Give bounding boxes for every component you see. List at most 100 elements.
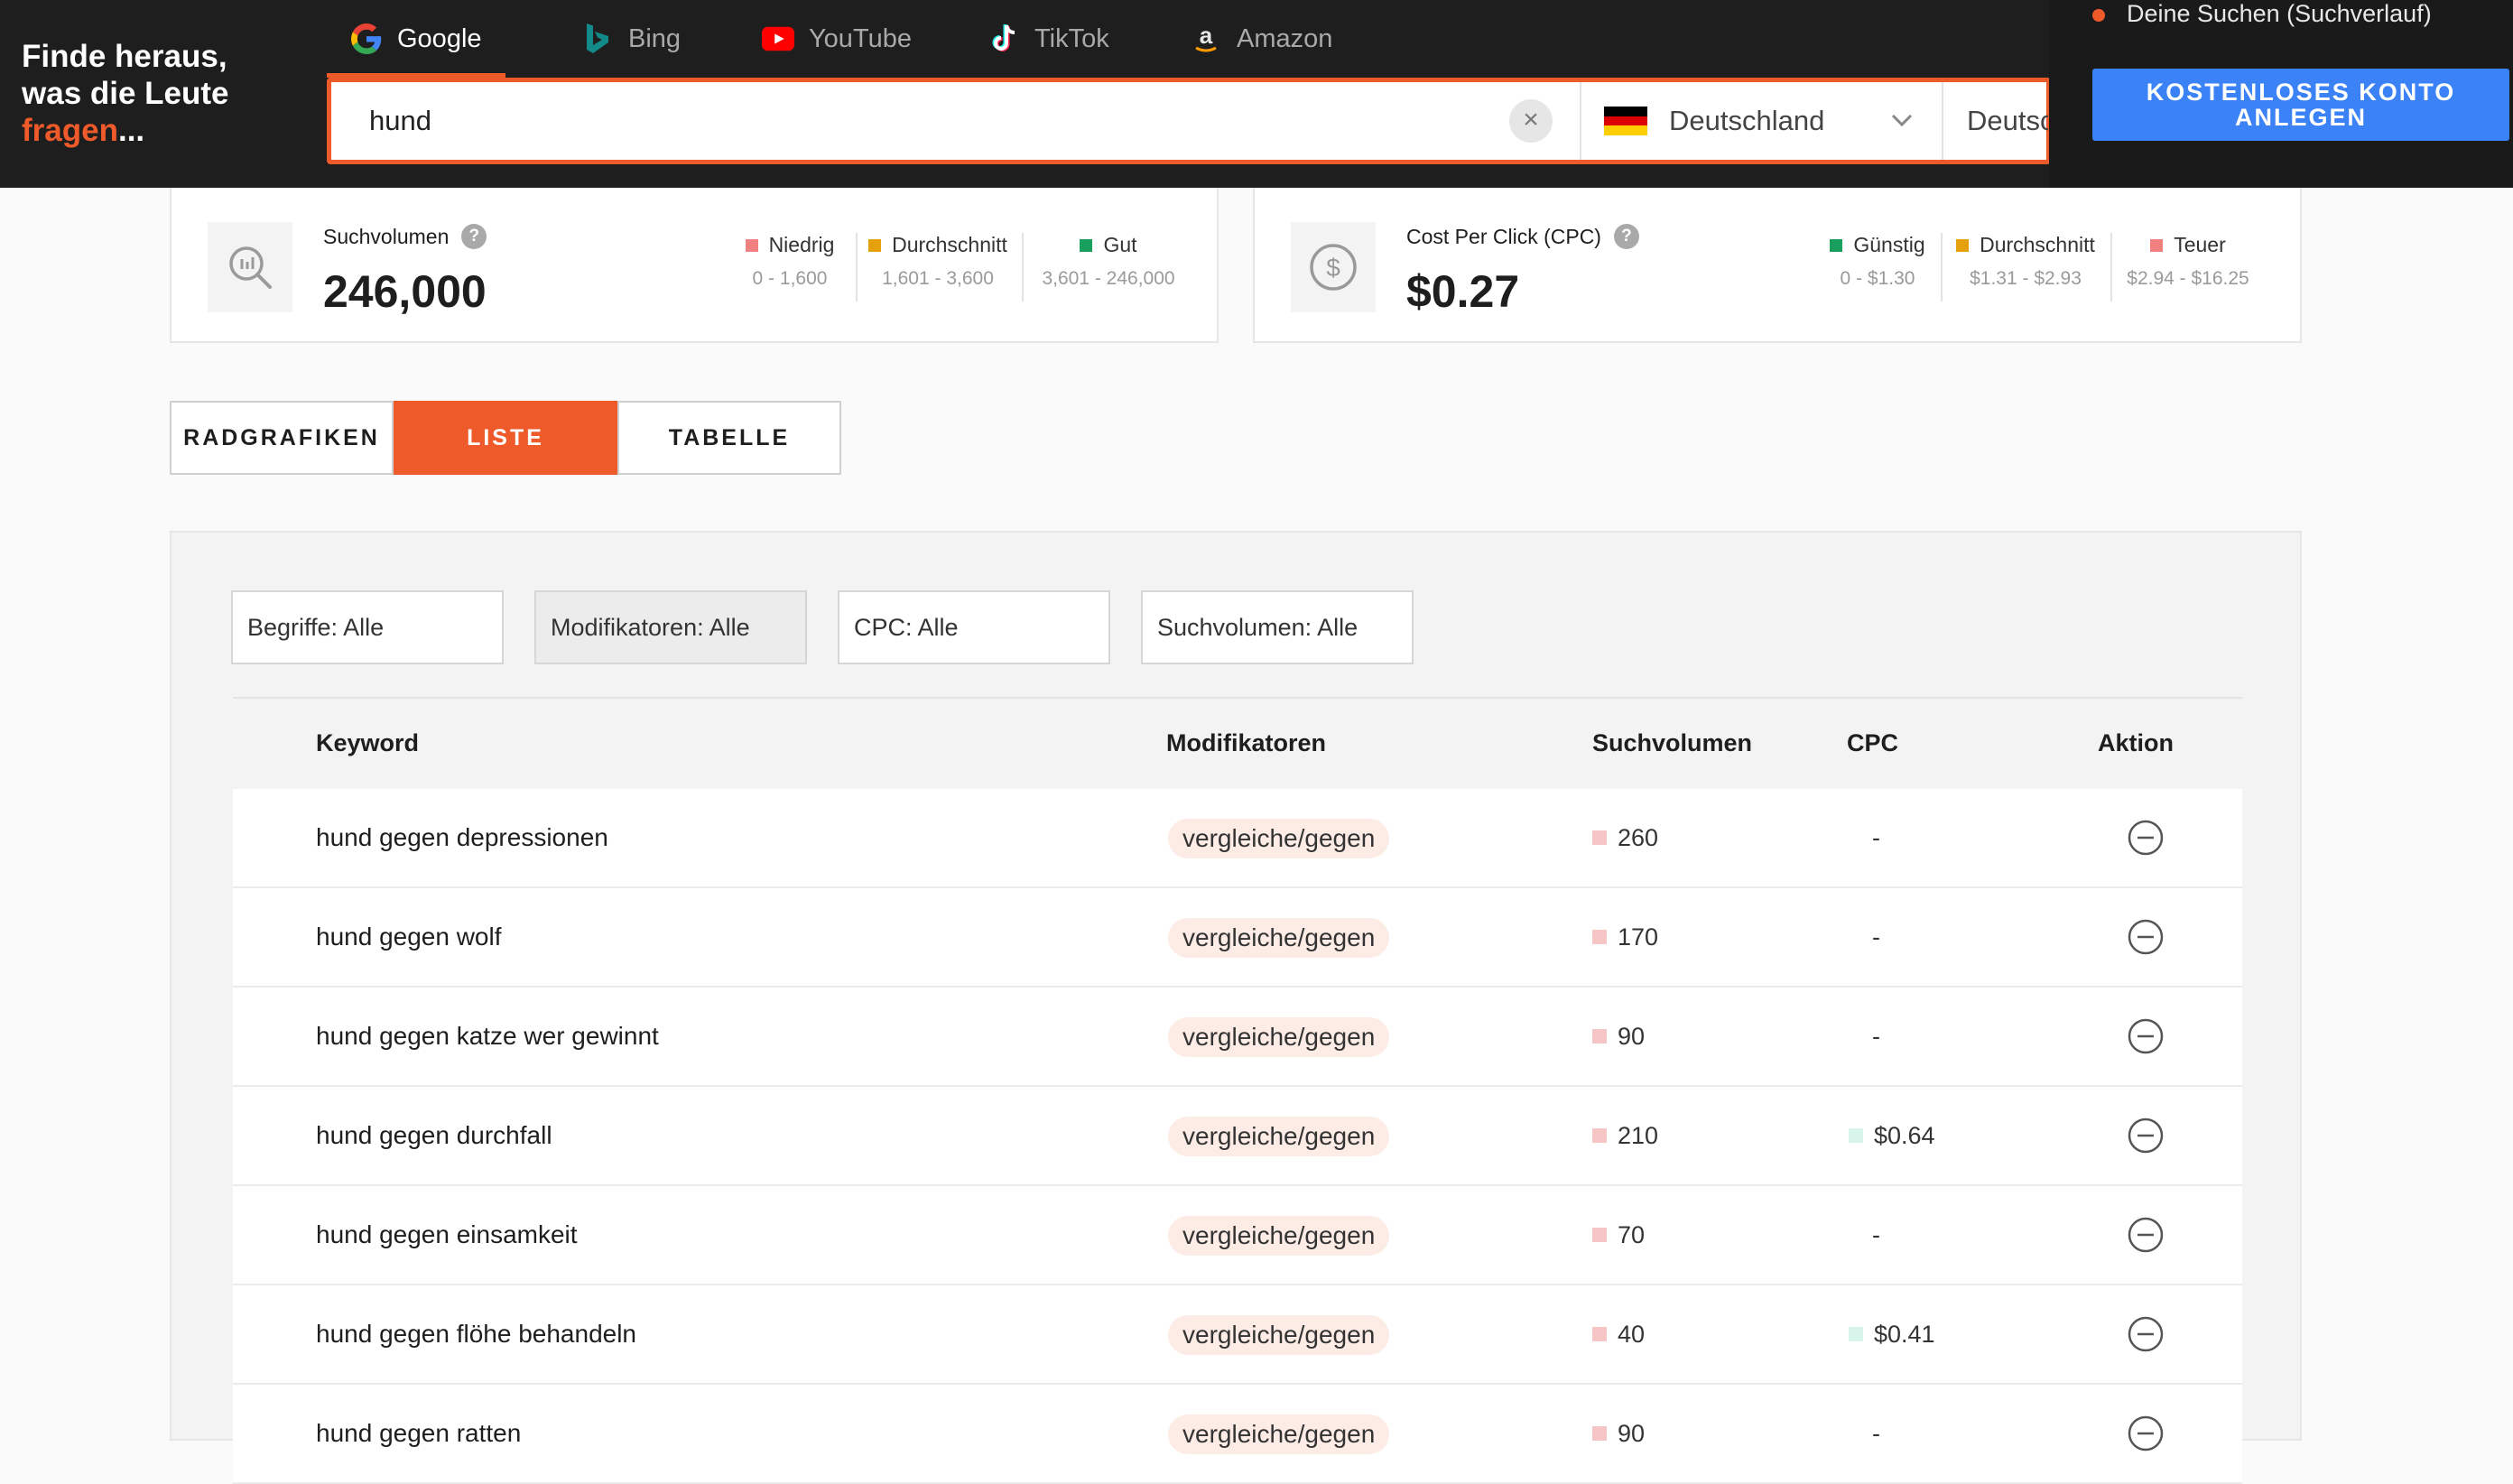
engine-tab-google[interactable]: Google: [327, 0, 505, 78]
help-icon[interactable]: ?: [461, 224, 487, 249]
tab-radgrafiken[interactable]: RADGRAFIKEN: [170, 401, 394, 475]
language-select[interactable]: Deutsch: [1967, 82, 2048, 160]
volume-marker: [1592, 930, 1607, 944]
cta-label: KOSTENLOSES KONTO ANLEGEN: [2147, 79, 2456, 130]
volume-value: 210: [1618, 1122, 1659, 1149]
filter-cpc[interactable]: CPC: Alle: [838, 590, 1110, 664]
volume-cell: 260: [1592, 789, 1658, 886]
remove-circle-icon[interactable]: [2127, 1117, 2165, 1155]
engine-label-amazon: Amazon: [1237, 23, 1333, 53]
account-panel: Deine Suchen (Suchverlauf) KOSTENLOSES K…: [2049, 0, 2513, 188]
engine-label-bing: Bing: [628, 23, 682, 53]
status-dot-icon: [2092, 8, 2105, 22]
search-history-link[interactable]: Deine Suchen (Suchverlauf): [2092, 0, 2432, 28]
legend-range: 0 - $1.30: [1840, 268, 1915, 289]
legend-range: 3,601 - 246,000: [1042, 268, 1175, 289]
country-select[interactable]: Deutschland: [1604, 82, 1824, 160]
remove-circle-icon[interactable]: [2127, 1315, 2165, 1353]
keyword-cell[interactable]: hund gegen durchfall: [316, 1087, 552, 1184]
brand-tagline: Finde heraus, was die Leute fragen...: [22, 38, 320, 149]
remove-circle-icon[interactable]: [2127, 819, 2165, 857]
volume-value: 90: [1618, 1420, 1646, 1447]
legend-item: Durchschnitt 1,601 - 3,600: [861, 233, 1015, 290]
legend-swatch: [2150, 238, 2164, 252]
engine-tab-tiktok[interactable]: TikTok: [988, 0, 1109, 78]
close-icon: ×: [1523, 105, 1539, 134]
help-icon[interactable]: ?: [1613, 224, 1639, 249]
legend-divider: [2110, 233, 2112, 301]
brand-line-2: was die Leute: [22, 76, 229, 111]
tab-tabelle[interactable]: TABELLE: [617, 401, 841, 475]
remove-circle-icon[interactable]: [2127, 1017, 2165, 1055]
clear-search-button[interactable]: ×: [1509, 99, 1553, 143]
table-row: hund gegen wolf vergleiche/gegen 170 -: [233, 888, 2242, 988]
filter-search-volume[interactable]: Suchvolumen: Alle: [1141, 590, 1414, 664]
search-volume-label-row: Suchvolumen?: [323, 224, 487, 249]
legend-item: Günstig 0 - $1.30: [1823, 233, 1932, 290]
cta-line-1: KOSTENLOSES KONTO: [2146, 79, 2456, 106]
keyword-cell[interactable]: hund gegen ratten: [316, 1385, 521, 1482]
cpc-cell: -: [1872, 823, 1880, 851]
engine-tab-bing[interactable]: Bing: [581, 0, 681, 78]
cpc-label: Cost Per Click (CPC): [1406, 224, 1601, 248]
legend-name: Teuer: [2174, 233, 2226, 256]
chevron-down-icon[interactable]: [1884, 102, 1920, 138]
volume-cell: 90: [1592, 1385, 1645, 1482]
volume-value: 260: [1618, 824, 1659, 851]
brand-accent: fragen: [22, 113, 118, 148]
remove-circle-icon[interactable]: [2127, 918, 2165, 956]
svg-text:a: a: [1200, 23, 1213, 49]
legend-swatch: [745, 238, 758, 252]
search-divider: [1942, 82, 1943, 160]
filter-modifiers[interactable]: Modifikatoren: Alle: [534, 590, 807, 664]
volume-marker: [1592, 1029, 1607, 1043]
volume-value: 70: [1618, 1221, 1646, 1248]
modifier-badge: vergleiche/gegen: [1168, 819, 1390, 858]
keyword-cell[interactable]: hund gegen flöhe behandeln: [316, 1285, 636, 1383]
legend-item: Gut 3,601 - 246,000: [1027, 233, 1190, 290]
search-volume-card: Suchvolumen? 246,000 Niedrig 0 - 1,600 D…: [170, 188, 1219, 343]
tab-liste[interactable]: LISTE: [394, 401, 617, 475]
create-free-account-button[interactable]: KOSTENLOSES KONTO ANLEGEN: [2092, 69, 2509, 141]
legend-swatch: [868, 238, 882, 252]
volume-cell: 70: [1592, 1186, 1645, 1284]
engine-tab-amazon[interactable]: a Amazon: [1190, 0, 1332, 78]
modifier-badge: vergleiche/gegen: [1168, 1315, 1390, 1355]
legend-name: Durchschnitt: [1980, 233, 2095, 256]
modifier-badge: vergleiche/gegen: [1168, 1216, 1390, 1256]
table-row: hund gegen katze wer gewinnt vergleiche/…: [233, 988, 2242, 1087]
column-header-action: Aktion: [2098, 729, 2174, 756]
keyword-cell[interactable]: hund gegen wolf: [316, 888, 502, 986]
legend-divider: [1941, 233, 1943, 301]
dollar-icon: $: [1291, 222, 1376, 312]
bing-icon: [581, 23, 614, 55]
cpc-marker: [1849, 1327, 1863, 1341]
cpc-cell: $0.41: [1849, 1285, 1935, 1383]
legend-name: Niedrig: [768, 233, 835, 256]
search-chart-icon: [208, 222, 292, 312]
volume-cell: 170: [1592, 888, 1658, 986]
view-tabs: RADGRAFIKEN LISTE TABELLE: [170, 401, 841, 475]
legend-range: 0 - 1,600: [752, 268, 828, 289]
table-row: hund gegen einsamkeit vergleiche/gegen 7…: [233, 1186, 2242, 1285]
legend-swatch: [1080, 238, 1093, 252]
brand-line-1: Finde heraus,: [22, 39, 227, 74]
column-header-volume: Suchvolumen: [1592, 729, 1753, 756]
brand-suffix: ...: [117, 113, 145, 148]
legend-range: 1,601 - 3,600: [882, 268, 994, 289]
remove-circle-icon[interactable]: [2127, 1216, 2165, 1254]
engine-tab-youtube[interactable]: YouTube: [762, 0, 912, 78]
germany-flag-icon: [1604, 107, 1647, 136]
table-row: hund gegen ratten vergleiche/gegen 90 -: [233, 1385, 2242, 1484]
legend-range: $2.94 - $16.25: [2127, 268, 2249, 289]
filter-terms[interactable]: Begriffe: Alle: [231, 590, 504, 664]
keyword-cell[interactable]: hund gegen depressionen: [316, 789, 608, 886]
keyword-cell[interactable]: hund gegen einsamkeit: [316, 1186, 578, 1284]
volume-marker: [1592, 1426, 1607, 1441]
cpc-card: $ Cost Per Click (CPC)? $0.27 Günstig 0 …: [1253, 188, 2302, 343]
search-input[interactable]: hund: [369, 82, 431, 160]
keyword-list: hund gegen depressionen vergleiche/gegen…: [233, 789, 2242, 1484]
keyword-cell[interactable]: hund gegen katze wer gewinnt: [316, 988, 659, 1085]
remove-circle-icon[interactable]: [2127, 1414, 2165, 1452]
volume-marker: [1592, 1128, 1607, 1143]
